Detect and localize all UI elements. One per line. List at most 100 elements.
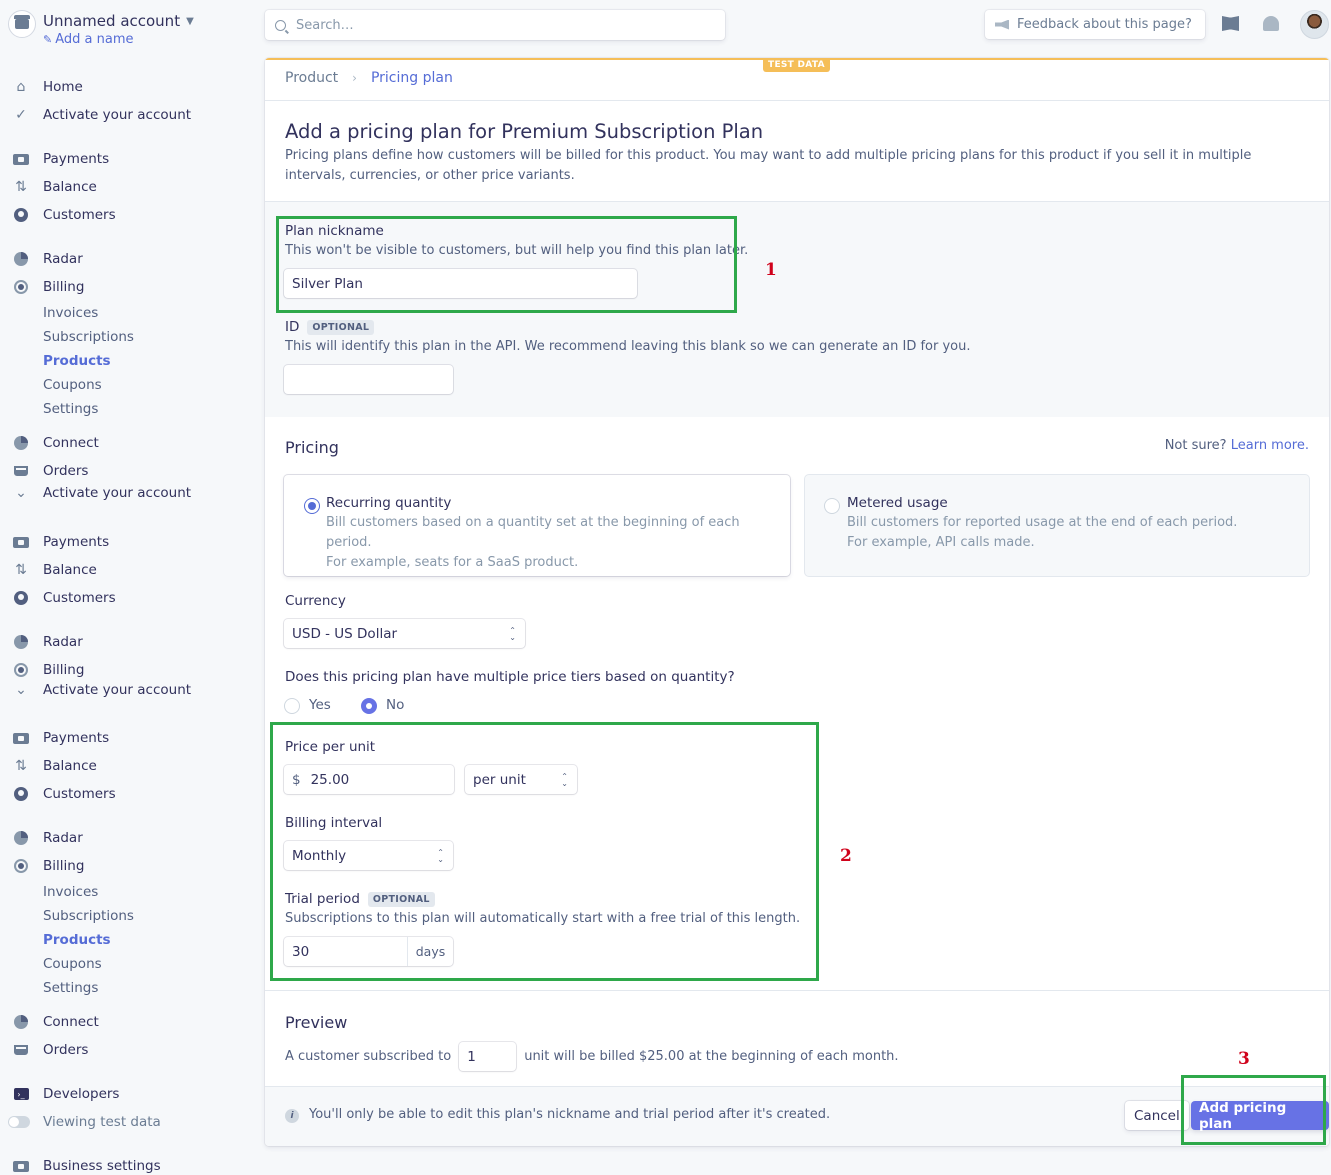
sidebar-item-billing[interactable]: Billing xyxy=(12,277,84,297)
sidebar-item-invoices[interactable]: Invoices xyxy=(43,303,98,323)
check-icon: ⌄ xyxy=(15,487,27,501)
metered-usage-option[interactable]: Metered usage Bill customers for reporte… xyxy=(805,475,1309,576)
tiers-no-label: No xyxy=(386,697,405,713)
sidebar-item-subscriptions[interactable]: Subscriptions xyxy=(43,327,134,347)
info-icon: i xyxy=(285,1109,299,1123)
sidebar-item-business-settings[interactable]: Business settings xyxy=(12,1156,161,1175)
currency-select[interactable]: USD - US Dollar ⌃ ⌄ xyxy=(284,619,525,648)
metered-radio[interactable] xyxy=(825,499,839,513)
sidebar-item-connect[interactable]: Connect xyxy=(12,433,99,453)
sidebar-item-activate-repeat[interactable]: ⌄ Activate your account xyxy=(12,487,191,501)
tiers-no-radio[interactable] xyxy=(362,699,376,713)
connect-icon xyxy=(12,435,30,451)
breadcrumb-product[interactable]: Product xyxy=(285,70,338,86)
payments-icon xyxy=(12,534,30,550)
page-title: Add a pricing plan for Premium Subscript… xyxy=(285,120,764,143)
sidebar-item-customers[interactable]: Customers xyxy=(12,205,116,225)
sidebar-item-radar[interactable]: Radar xyxy=(12,632,83,652)
sidebar-item-balance[interactable]: ⇅ Balance xyxy=(12,177,97,197)
select-arrows-icon: ⌃ ⌄ xyxy=(509,625,516,642)
sidebar-item-settings[interactable]: Settings xyxy=(43,399,98,419)
learn-more-link[interactable]: Learn more. xyxy=(1231,438,1309,453)
sidebar-item-billing[interactable]: Billing xyxy=(12,660,84,680)
pricing-heading: Pricing xyxy=(285,438,339,457)
breadcrumb: Product › Pricing plan xyxy=(285,70,453,86)
preview-quantity-input[interactable]: 1 xyxy=(459,1042,517,1071)
sidebar-item-customers[interactable]: Customers xyxy=(12,784,116,804)
sidebar-item-coupons[interactable]: Coupons xyxy=(43,954,102,974)
sidebar-item-payments[interactable]: Payments xyxy=(12,149,109,169)
billing-icon xyxy=(12,279,30,295)
sidebar-item-invoices[interactable]: Invoices xyxy=(43,882,98,902)
radar-icon xyxy=(12,634,30,650)
sidebar-item-subscriptions[interactable]: Subscriptions xyxy=(43,906,134,926)
sidebar-item-home[interactable]: ⌂ Home xyxy=(12,77,83,97)
billing-icon xyxy=(12,662,30,678)
sidebar-item-products[interactable]: Products xyxy=(43,930,111,950)
tiers-yes-radio[interactable] xyxy=(285,699,299,713)
sidebar-item-balance[interactable]: ⇅ Balance xyxy=(12,756,97,776)
tiers-question: Does this pricing plan have multiple pri… xyxy=(285,669,735,685)
annotation-number-1: 1 xyxy=(765,260,777,280)
feedback-button[interactable]: Feedback about this page? xyxy=(985,10,1205,39)
test-data-toggle[interactable]: Viewing test data xyxy=(8,1112,161,1132)
sidebar-item-developers[interactable]: ›_ Developers xyxy=(12,1084,119,1104)
balance-icon: ⇅ xyxy=(15,758,27,774)
chevron-right-icon: › xyxy=(352,71,357,85)
sidebar-item-payments[interactable]: Payments xyxy=(12,532,109,552)
sidebar-item-customers[interactable]: Customers xyxy=(12,588,116,608)
sidebar-item-activate[interactable]: ✓ Activate your account xyxy=(12,105,191,125)
terminal-icon: ›_ xyxy=(12,1086,30,1102)
id-field[interactable] xyxy=(284,365,453,394)
id-label: ID OPTIONAL xyxy=(285,319,375,335)
annotation-number-2: 2 xyxy=(840,846,852,866)
orders-icon xyxy=(12,1042,30,1058)
annotation-box-3 xyxy=(1181,1075,1326,1145)
notification-bell-icon[interactable] xyxy=(1263,16,1279,31)
sidebar-item-settings[interactable]: Settings xyxy=(43,978,98,998)
sidebar-item-connect[interactable]: Connect xyxy=(12,1012,99,1032)
optional-badge: OPTIONAL xyxy=(307,320,375,335)
sidebar-item-activate-repeat[interactable]: ⌄ Activate your account xyxy=(12,684,191,698)
sidebar-item-payments[interactable]: Payments xyxy=(12,728,109,748)
search-input[interactable]: Search… xyxy=(265,10,725,40)
sidebar-item-radar[interactable]: Radar xyxy=(12,249,83,269)
sidebar-item-products[interactable]: Products xyxy=(43,351,111,371)
add-name-link[interactable]: ✎ Add a name xyxy=(43,32,194,47)
annotation-box-2 xyxy=(270,722,819,981)
check-icon: ✓ xyxy=(15,107,27,123)
orders-icon xyxy=(12,463,30,479)
not-sure-text: Not sure? Learn more. xyxy=(1164,438,1309,453)
recurring-radio[interactable] xyxy=(305,499,319,513)
recurring-quantity-option[interactable]: Recurring quantity Bill customers based … xyxy=(284,475,790,576)
annotation-box-1 xyxy=(276,216,737,313)
payments-icon xyxy=(12,151,30,167)
preview-heading: Preview xyxy=(285,1013,348,1032)
sidebar-item-radar[interactable]: Radar xyxy=(12,828,83,848)
test-data-badge: TEST DATA xyxy=(763,58,830,72)
chevron-down-icon: ▼ xyxy=(186,15,194,27)
account-switcher[interactable]: Unnamed account ▼ ✎ Add a name xyxy=(8,10,194,47)
id-help: This will identify this plan in the API.… xyxy=(285,339,971,354)
pencil-icon: ✎ xyxy=(43,33,53,46)
docs-book-icon[interactable] xyxy=(1222,16,1239,31)
megaphone-icon xyxy=(995,19,1009,30)
sidebar-item-coupons[interactable]: Coupons xyxy=(43,375,102,395)
toggle-icon xyxy=(8,1114,30,1130)
customers-icon xyxy=(12,786,30,802)
business-icon xyxy=(12,1158,30,1174)
annotation-number-3: 3 xyxy=(1238,1049,1250,1069)
cancel-button[interactable]: Cancel xyxy=(1125,1101,1189,1130)
sidebar-item-orders[interactable]: Orders xyxy=(12,1040,88,1060)
user-avatar[interactable] xyxy=(1300,10,1329,39)
sidebar-item-balance[interactable]: ⇅ Balance xyxy=(12,560,97,580)
radar-icon xyxy=(12,251,30,267)
sidebar-item-billing[interactable]: Billing xyxy=(12,856,84,876)
breadcrumb-pricing-plan[interactable]: Pricing plan xyxy=(371,70,453,86)
billing-icon xyxy=(12,858,30,874)
sidebar-item-orders[interactable]: Orders xyxy=(12,461,88,481)
customers-icon xyxy=(12,590,30,606)
account-name[interactable]: Unnamed account ▼ xyxy=(43,10,194,32)
customers-icon xyxy=(12,207,30,223)
page-description: Pricing plans define how customers will … xyxy=(285,148,1252,183)
